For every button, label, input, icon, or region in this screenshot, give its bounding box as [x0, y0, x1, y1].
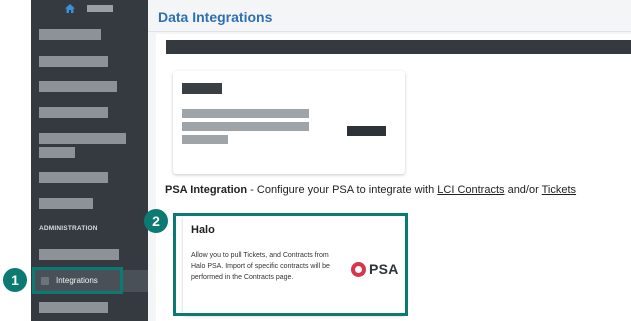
step1-highlight	[32, 267, 123, 294]
sidebar-item-redacted[interactable]	[39, 198, 93, 209]
divider	[148, 31, 631, 32]
psa-integration-text: - Configure your PSA to integrate with	[247, 184, 438, 196]
home-icon[interactable]	[65, 4, 75, 13]
sidebar-item-redacted[interactable]	[39, 302, 108, 313]
redacted-text	[182, 135, 228, 144]
sidebar-item-redacted[interactable]	[39, 29, 101, 40]
sidebar-item-redacted[interactable]	[39, 56, 108, 67]
integration-card-redacted[interactable]	[173, 71, 405, 174]
tickets-link[interactable]: Tickets	[542, 184, 576, 196]
page-title: Data Integrations	[158, 9, 273, 25]
sidebar-item-redacted[interactable]	[39, 147, 75, 158]
sidebar-item-redacted[interactable]	[39, 81, 117, 92]
redacted-button[interactable]	[347, 126, 386, 136]
psa-integration-heading: PSA Integration - Configure your PSA to …	[165, 184, 576, 196]
step1-badge: 1	[3, 268, 27, 292]
redacted-title	[182, 83, 222, 94]
redacted-text	[182, 122, 309, 131]
redacted-text	[182, 109, 309, 118]
psa-integration-conjunction: and/or	[504, 184, 542, 196]
redacted-header	[166, 40, 631, 54]
psa-integration-label: PSA Integration	[165, 184, 248, 196]
step2-highlight	[173, 213, 408, 316]
sidebar-section-administration: ADMINISTRATION	[39, 225, 98, 232]
sidebar-item-redacted[interactable]	[39, 133, 126, 144]
sidebar-header	[31, 0, 148, 18]
sidebar-item-redacted[interactable]	[39, 249, 119, 260]
step2-badge: 2	[144, 209, 168, 233]
lci-contracts-link[interactable]: LCI Contracts	[437, 184, 504, 196]
redacted-text	[87, 5, 113, 12]
sidebar-item-redacted[interactable]	[39, 172, 108, 183]
sidebar-item-redacted[interactable]	[39, 107, 108, 118]
